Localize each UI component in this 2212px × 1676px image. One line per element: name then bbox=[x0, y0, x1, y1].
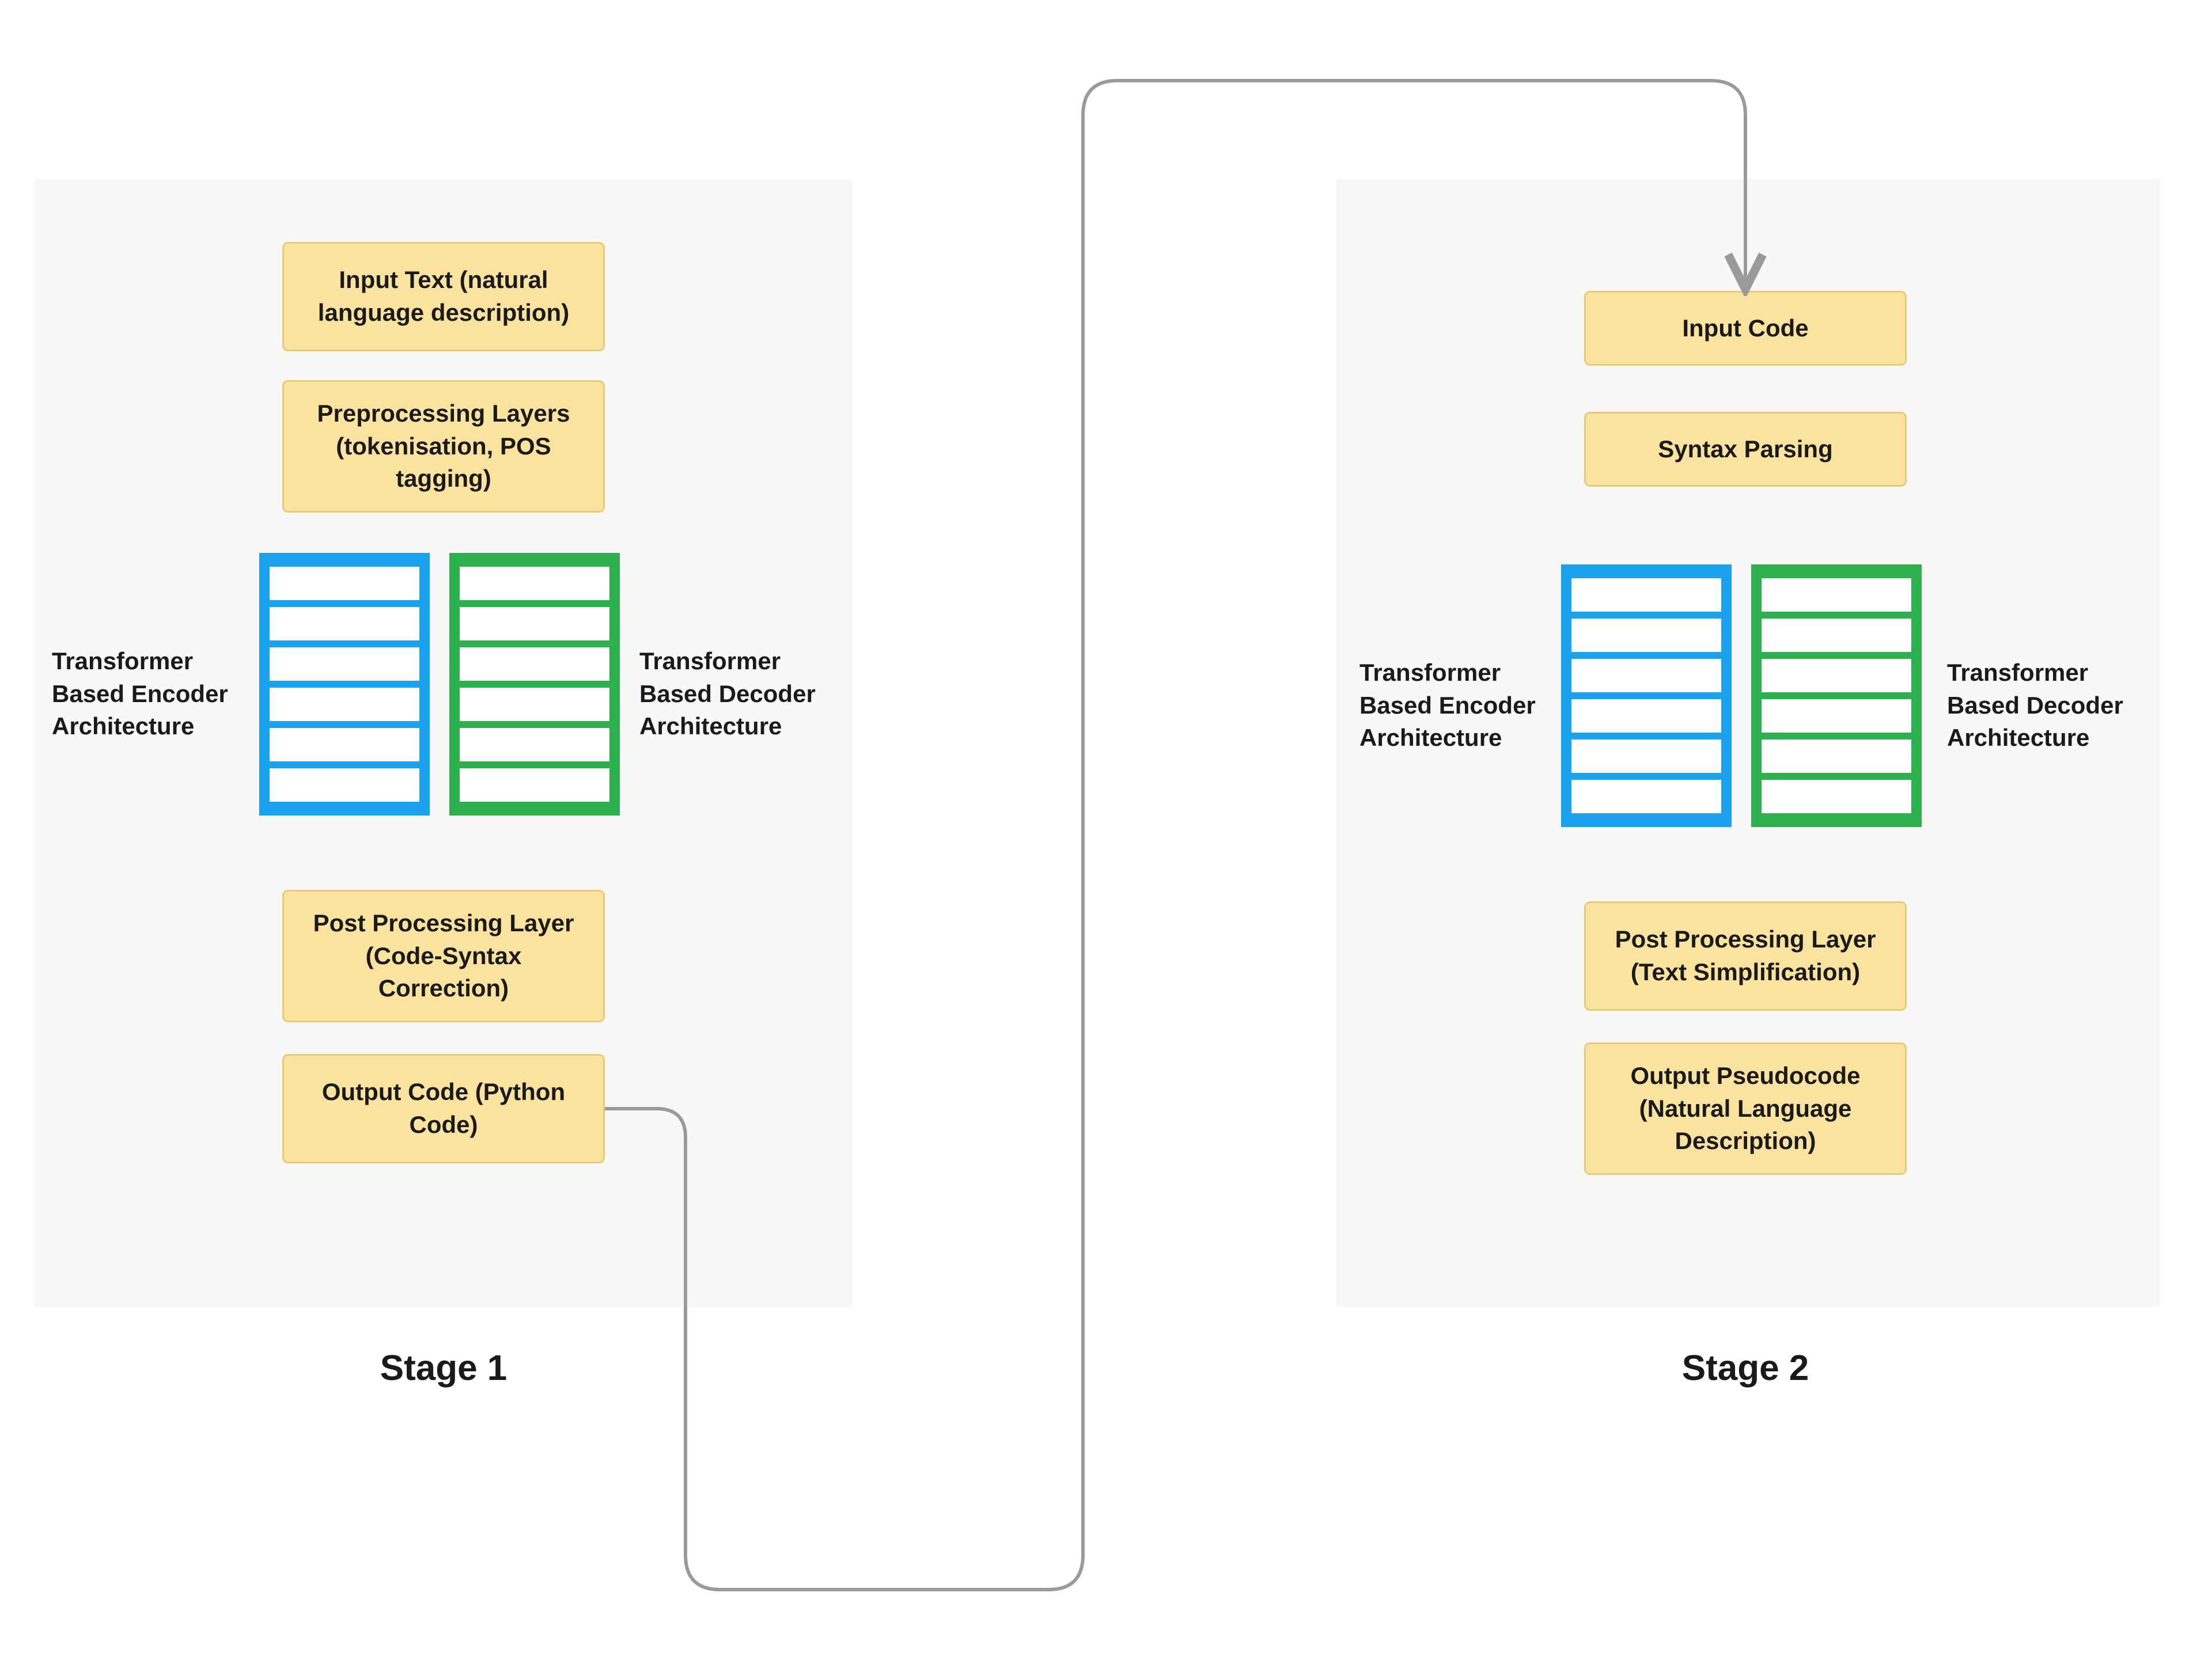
stage1-decoder-label: Transformer Based Decoder Architecture bbox=[639, 645, 847, 743]
stack-row bbox=[270, 567, 419, 600]
stage2-encoder-stack bbox=[1561, 564, 1732, 827]
stage1-post-box: Post Processing Layer (Code-Syntax Corre… bbox=[282, 890, 605, 1022]
stack-row bbox=[270, 607, 419, 640]
stack-row bbox=[1571, 740, 1721, 773]
stage2-encoder-label: Transformer Based Encoder Architecture bbox=[1359, 657, 1567, 754]
stack-row bbox=[1762, 699, 1911, 733]
stack-row bbox=[1571, 780, 1721, 813]
diagram-canvas: Input Text (natural language description… bbox=[0, 0, 2212, 1676]
stage2-output-box: Output Pseudocode (Natural Language Desc… bbox=[1584, 1042, 1907, 1175]
stack-row bbox=[1571, 659, 1721, 692]
stage2-post-label: Post Processing Layer (Text Simplificati… bbox=[1600, 923, 1891, 988]
stack-row bbox=[460, 688, 609, 721]
stage2-input-box: Input Code bbox=[1584, 291, 1907, 366]
stack-row bbox=[1571, 699, 1721, 733]
stack-row bbox=[460, 768, 609, 802]
stack-row bbox=[1762, 619, 1911, 652]
stack-row bbox=[1762, 740, 1911, 773]
stack-row bbox=[270, 728, 419, 761]
stage1-input-box: Input Text (natural language description… bbox=[282, 242, 605, 351]
stack-row bbox=[460, 728, 609, 761]
stage1-preprocess-box: Preprocessing Layers (tokenisation, POS … bbox=[282, 380, 605, 513]
stage2-title: Stage 2 bbox=[1630, 1348, 1861, 1389]
stack-row bbox=[460, 607, 609, 640]
stack-row bbox=[1762, 578, 1911, 612]
stage1-encoder-label: Transformer Based Encoder Architecture bbox=[52, 645, 259, 743]
stage2-decoder-stack bbox=[1751, 564, 1922, 827]
stack-row bbox=[270, 647, 419, 681]
stack-row bbox=[270, 768, 419, 802]
stage1-encoder-stack bbox=[259, 553, 430, 816]
stage1-title: Stage 1 bbox=[328, 1348, 559, 1389]
stage2-input-label: Input Code bbox=[1682, 312, 1808, 345]
stage1-post-label: Post Processing Layer (Code-Syntax Corre… bbox=[298, 907, 589, 1005]
stack-row bbox=[1762, 659, 1911, 692]
stack-row bbox=[1571, 578, 1721, 612]
stack-row bbox=[460, 567, 609, 600]
stage1-output-box: Output Code (Python Code) bbox=[282, 1054, 605, 1163]
stage1-preprocess-label: Preprocessing Layers (tokenisation, POS … bbox=[298, 397, 589, 495]
stack-row bbox=[1571, 619, 1721, 652]
stack-row bbox=[270, 688, 419, 721]
stage2-decoder-label: Transformer Based Decoder Architecture bbox=[1947, 657, 2154, 754]
stage1-output-label: Output Code (Python Code) bbox=[298, 1076, 589, 1141]
stage2-parse-box: Syntax Parsing bbox=[1584, 412, 1907, 487]
stage1-decoder-stack bbox=[449, 553, 620, 816]
stage1-input-label: Input Text (natural language description… bbox=[298, 264, 589, 329]
stage2-post-box: Post Processing Layer (Text Simplificati… bbox=[1584, 901, 1907, 1011]
stack-row bbox=[1762, 780, 1911, 813]
stack-row bbox=[460, 647, 609, 681]
stage2-parse-label: Syntax Parsing bbox=[1658, 433, 1832, 466]
stage2-output-label: Output Pseudocode (Natural Language Desc… bbox=[1600, 1060, 1891, 1158]
